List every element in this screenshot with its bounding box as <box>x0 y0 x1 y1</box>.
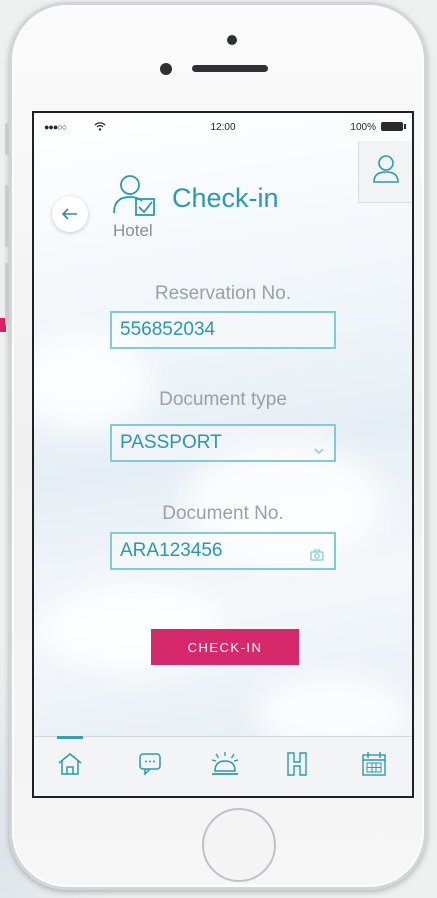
tab-service[interactable] <box>210 751 240 781</box>
tab-bar <box>34 736 412 796</box>
camera-icon[interactable] <box>310 545 324 567</box>
chevron-down-icon <box>314 439 324 461</box>
home-icon <box>57 752 83 781</box>
document-type-label: Document type <box>159 389 287 410</box>
reservation-label: Reservation No. <box>154 283 292 304</box>
arrow-left-icon <box>61 204 78 225</box>
app-screen: ●●●○○ 12:00 100% Check-in Hotel Reservat… <box>32 111 414 798</box>
document-type-select[interactable]: PASSPORT <box>110 424 336 462</box>
battery-icon <box>381 122 406 131</box>
front-camera <box>160 63 172 75</box>
page-subtitle: Hotel <box>113 221 153 240</box>
user-icon <box>372 154 400 189</box>
tab-calendar[interactable] <box>359 751 389 781</box>
volume-up-button <box>5 185 9 247</box>
battery-percentage: 100% <box>350 122 376 133</box>
profile-button[interactable] <box>358 141 412 203</box>
tab-hotel[interactable] <box>282 751 312 781</box>
home-button[interactable] <box>202 808 276 882</box>
reservation-input[interactable]: 556852034 <box>110 311 336 349</box>
tab-chat[interactable] <box>135 751 165 781</box>
hotel-icon <box>286 751 308 782</box>
back-button[interactable] <box>52 196 88 232</box>
page-title: Check-in <box>172 183 279 213</box>
earpiece-speaker <box>192 65 268 72</box>
chat-icon <box>138 752 162 781</box>
check-in-button[interactable]: CHECK-IN <box>151 629 299 665</box>
volume-down-button <box>5 263 9 325</box>
document-number-label: Document No. <box>162 503 284 524</box>
service-bell-icon <box>210 751 240 782</box>
document-number-value: ARA123456 <box>120 540 223 561</box>
tab-home[interactable] <box>55 751 85 781</box>
document-number-input[interactable]: ARA123456 <box>110 532 336 570</box>
reservation-value: 556852034 <box>120 319 216 340</box>
active-tab-indicator <box>57 736 83 739</box>
user-check-icon <box>110 171 158 224</box>
proximity-sensor <box>227 35 237 45</box>
status-bar: ●●●○○ 12:00 100% <box>34 113 412 143</box>
mute-switch <box>5 123 9 155</box>
calendar-icon <box>361 751 387 782</box>
document-type-value: PASSPORT <box>120 432 222 453</box>
